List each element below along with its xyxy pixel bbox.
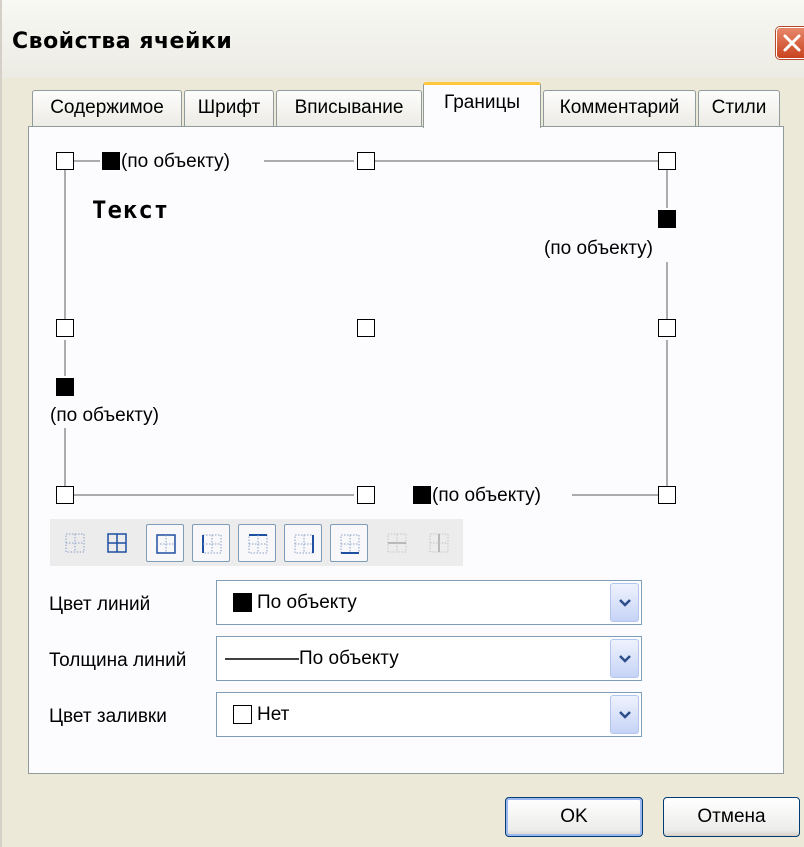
top-right-corner-toggle[interactable]: [658, 152, 676, 170]
bottom-border-label: (по объекту): [432, 485, 541, 506]
line-width-label: Толщина линий: [49, 650, 187, 671]
bottom-middle-toggle[interactable]: [357, 486, 375, 504]
line-width-value: По объекту: [299, 648, 399, 669]
fill-color-combobox[interactable]: Нет: [216, 692, 642, 737]
ok-button[interactable]: OK: [505, 797, 643, 837]
top-middle-toggle[interactable]: [357, 152, 375, 170]
preset-border-top[interactable]: [238, 524, 276, 562]
left-middle-toggle[interactable]: [56, 319, 74, 337]
preset-border-inner-vertical[interactable]: [420, 524, 458, 562]
left-border-label: (по объекту): [50, 405, 159, 426]
border-inner-horizontal-icon: [387, 533, 407, 553]
center-toggle[interactable]: [357, 319, 375, 337]
left-border-color-swatch[interactable]: [56, 378, 74, 396]
top-border-label: (по объекту): [121, 151, 230, 172]
bottom-left-corner-toggle[interactable]: [56, 486, 74, 504]
fill-color-swatch: [233, 705, 252, 724]
line-color-dropdown-button[interactable]: [610, 583, 639, 622]
border-left-icon: [202, 534, 222, 554]
line-color-value: По объекту: [257, 592, 357, 613]
top-border-color-swatch[interactable]: [102, 152, 120, 170]
border-presets-toolbar: [50, 519, 463, 566]
preset-border-left[interactable]: [192, 524, 230, 562]
border-none-icon: [65, 533, 85, 553]
preview-sample-text: Текст: [92, 196, 170, 224]
preset-border-outer[interactable]: [146, 524, 184, 562]
fill-color-label: Цвет заливки: [49, 706, 167, 727]
bottom-right-corner-toggle[interactable]: [658, 486, 676, 504]
border-outer-icon: [156, 534, 176, 554]
preset-border-none[interactable]: [56, 524, 94, 562]
chevron-down-icon: [619, 711, 631, 719]
right-middle-toggle[interactable]: [658, 319, 676, 337]
fill-color-value: Нет: [257, 704, 290, 725]
border-inner-vertical-icon: [429, 533, 449, 553]
preset-border-bottom[interactable]: [330, 524, 368, 562]
preset-border-right[interactable]: [284, 524, 322, 562]
bottom-border-color-swatch[interactable]: [413, 486, 431, 504]
fill-color-dropdown-button[interactable]: [610, 695, 639, 734]
line-color-swatch: [233, 593, 252, 612]
border-all-icon: [107, 533, 127, 553]
border-bottom-icon: [340, 534, 360, 554]
chevron-down-icon: [619, 599, 631, 607]
line-width-combobox[interactable]: По объекту: [216, 636, 642, 681]
chevron-down-icon: [619, 655, 631, 663]
cell-properties-dialog: Свойства ячейки Содержимое Шрифт Вписыва…: [0, 0, 804, 847]
right-border-label: (по объекту): [544, 238, 653, 259]
preset-border-inner-horizontal[interactable]: [378, 524, 416, 562]
border-top-icon: [248, 534, 268, 554]
line-color-combobox[interactable]: По объекту: [216, 580, 642, 625]
right-border-color-swatch[interactable]: [658, 210, 676, 228]
preset-border-all[interactable]: [98, 524, 136, 562]
tab-borders[interactable]: Границы: [423, 82, 541, 128]
line-width-sample-icon: [225, 658, 299, 660]
line-color-label: Цвет линий: [49, 594, 151, 615]
top-left-corner-toggle[interactable]: [56, 152, 74, 170]
border-right-icon: [294, 534, 314, 554]
line-width-dropdown-button[interactable]: [610, 639, 639, 678]
cancel-button[interactable]: Отмена: [663, 797, 800, 837]
